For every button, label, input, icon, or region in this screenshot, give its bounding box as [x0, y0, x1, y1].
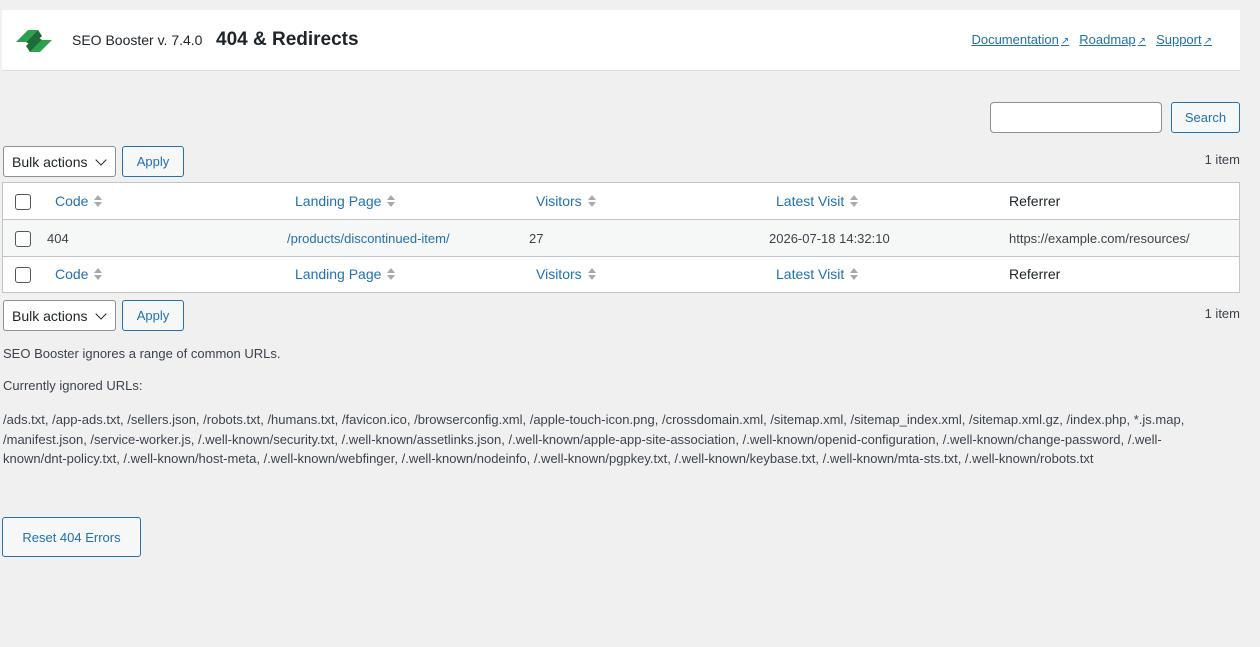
- sort-icon: [850, 268, 859, 280]
- documentation-link-label: Documentation: [971, 32, 1059, 47]
- column-landing-page-label: Landing Page: [295, 266, 382, 282]
- support-link-label: Support: [1156, 32, 1202, 47]
- top-header: SEO Booster v. 7.4.0 404 & Redirects Doc…: [2, 10, 1240, 71]
- apply-button-top[interactable]: Apply: [122, 146, 184, 177]
- header-links: Documentation ↗ Roadmap ↗ Support ↗: [971, 32, 1212, 47]
- select-all-checkbox[interactable]: [15, 194, 31, 210]
- bulk-actions-label: Bulk actions: [12, 153, 88, 170]
- ignored-intro-text: SEO Booster ignores a range of common UR…: [3, 346, 281, 361]
- ignored-heading: Currently ignored URLs:: [3, 378, 143, 393]
- page-title: 404 & Redirects: [216, 29, 359, 50]
- table-header-row: Code Landing Page Visitors Latest Visit …: [3, 183, 1239, 220]
- column-referrer-footer: Referrer: [1009, 266, 1061, 282]
- column-code-footer[interactable]: Code: [55, 266, 103, 282]
- external-link-icon: ↗: [1060, 36, 1070, 47]
- column-latest-visit-label: Latest Visit: [776, 193, 845, 209]
- column-visitors-label: Visitors: [536, 266, 582, 282]
- select-all-checkbox-footer[interactable]: [15, 267, 31, 283]
- search-input[interactable]: [990, 102, 1162, 133]
- search-button[interactable]: Search: [1171, 102, 1240, 133]
- sort-icon: [94, 268, 103, 280]
- bulk-actions-label: Bulk actions: [12, 307, 88, 324]
- column-referrer: Referrer: [1009, 193, 1061, 209]
- column-landing-page-footer[interactable]: Landing Page: [295, 266, 396, 282]
- sort-icon: [850, 195, 859, 207]
- table-footer-row: Code Landing Page Visitors Latest Visit …: [3, 256, 1239, 293]
- sort-icon: [587, 268, 596, 280]
- row-referrer: https://example.com/resources/: [1009, 231, 1190, 246]
- sort-icon: [94, 195, 103, 207]
- column-latest-visit[interactable]: Latest Visit: [776, 193, 859, 209]
- row-code: 404: [47, 231, 69, 246]
- column-code-label: Code: [55, 193, 89, 209]
- column-latest-visit-footer[interactable]: Latest Visit: [776, 266, 859, 282]
- row-visitors: 27: [529, 231, 544, 246]
- chevron-down-icon: [95, 308, 107, 320]
- row-checkbox[interactable]: [15, 231, 31, 247]
- reset-404-errors-button[interactable]: Reset 404 Errors: [2, 517, 141, 557]
- column-landing-page-label: Landing Page: [295, 193, 382, 209]
- table-row: 404 /products/discontinued-item/ 27 2026…: [3, 220, 1239, 257]
- sort-icon: [387, 195, 396, 207]
- sort-icon: [587, 195, 596, 207]
- column-landing-page[interactable]: Landing Page: [295, 193, 396, 209]
- bulk-actions-select-bottom[interactable]: Bulk actions: [3, 300, 116, 331]
- app-name: SEO Booster v. 7.4.0: [72, 32, 203, 48]
- column-visitors-footer[interactable]: Visitors: [536, 266, 596, 282]
- column-code-label: Code: [55, 266, 89, 282]
- sort-icon: [387, 268, 396, 280]
- bulk-actions-select-top[interactable]: Bulk actions: [3, 146, 116, 177]
- row-landing-page-link[interactable]: /products/discontinued-item/: [287, 231, 450, 246]
- redirects-table: Code Landing Page Visitors Latest Visit …: [2, 182, 1240, 293]
- row-latest-visit: 2026-07-18 14:32:10: [769, 231, 890, 246]
- documentation-link[interactable]: Documentation ↗: [971, 32, 1069, 47]
- column-visitors-label: Visitors: [536, 193, 582, 209]
- item-count-top: 1 item: [1204, 152, 1240, 167]
- column-visitors[interactable]: Visitors: [536, 193, 596, 209]
- roadmap-link[interactable]: Roadmap ↗: [1079, 32, 1146, 47]
- column-latest-visit-label: Latest Visit: [776, 266, 845, 282]
- external-link-icon: ↗: [1137, 36, 1147, 47]
- support-link[interactable]: Support ↗: [1156, 32, 1212, 47]
- chevron-down-icon: [95, 154, 107, 166]
- item-count-bottom: 1 item: [1204, 306, 1240, 321]
- column-code[interactable]: Code: [55, 193, 103, 209]
- seo-booster-logo-icon: [16, 30, 52, 52]
- apply-button-bottom[interactable]: Apply: [122, 300, 184, 331]
- ignored-urls-list: /ads.txt, /app-ads.txt, /sellers.json, /…: [3, 412, 1185, 466]
- roadmap-link-label: Roadmap: [1079, 32, 1136, 47]
- external-link-icon: ↗: [1203, 36, 1212, 47]
